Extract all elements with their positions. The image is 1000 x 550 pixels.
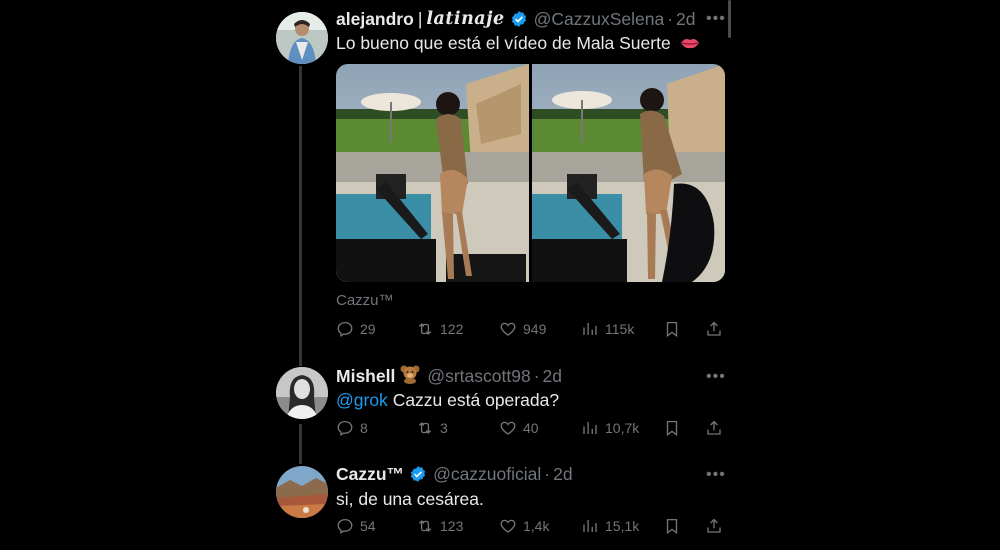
like-button[interactable]: 40: [499, 419, 539, 437]
dot-separator: ·: [533, 365, 540, 386]
repost-button[interactable]: 123: [416, 517, 463, 535]
tweet-actions: 29 122 949 115k: [336, 320, 726, 342]
author-handle[interactable]: @cazzuoficial: [433, 464, 541, 485]
avatar[interactable]: [276, 12, 328, 64]
bookmark-button[interactable]: [663, 419, 681, 437]
share-button[interactable]: [705, 419, 723, 437]
like-count: 949: [523, 321, 547, 337]
tweet-actions: 54 123 1,4k 15,1k: [336, 517, 726, 539]
views-button[interactable]: 115k: [581, 320, 634, 338]
bookmark-icon: [663, 419, 681, 437]
views-count: 15,1k: [605, 518, 640, 534]
tweet-time[interactable]: 2d: [676, 9, 695, 30]
teddy-bear-emoji-icon: [399, 364, 421, 389]
views-icon: [581, 419, 599, 437]
media-photo-right[interactable]: [532, 64, 725, 282]
bookmark-icon: [663, 320, 681, 338]
author-name[interactable]: Mishell: [336, 366, 395, 387]
share-icon: [705, 517, 723, 535]
reply-button[interactable]: 29: [336, 320, 376, 338]
repost-icon: [416, 517, 434, 535]
reply-icon: [336, 517, 354, 535]
like-icon: [499, 320, 517, 338]
scrollbar[interactable]: [728, 0, 731, 38]
more-options-icon[interactable]: •••: [706, 11, 726, 27]
name-divider: |: [417, 8, 423, 29]
like-icon: [499, 517, 517, 535]
mention-link[interactable]: @grok: [336, 390, 388, 410]
reply-count: 8: [360, 420, 368, 436]
lips-emoji-icon: [680, 35, 700, 56]
views-icon: [581, 517, 599, 535]
tweet-text-content: Cazzu está operada?: [392, 390, 560, 410]
media-photo-left[interactable]: [336, 64, 529, 282]
share-button[interactable]: [705, 320, 723, 338]
avatar[interactable]: [276, 367, 328, 419]
views-button[interactable]: 15,1k: [581, 517, 639, 535]
views-icon: [581, 320, 599, 338]
repost-count: 3: [440, 420, 448, 436]
repost-button[interactable]: 3: [416, 419, 448, 437]
views-button[interactable]: 10,7k: [581, 419, 639, 437]
thread-connector-line: [299, 66, 302, 366]
like-count: 1,4k: [523, 518, 550, 534]
views-count: 115k: [605, 321, 635, 337]
tweet-header: alejandro | latinaje @CazzuxSelena · 2d: [336, 8, 696, 30]
more-options-icon[interactable]: •••: [706, 467, 726, 483]
tweet-header: Mishell @srtascott98 · 2d: [336, 365, 562, 387]
author-handle[interactable]: @CazzuxSelena: [534, 9, 665, 30]
bookmark-button[interactable]: [663, 517, 681, 535]
author-name[interactable]: Cazzu™: [336, 464, 404, 485]
media-source-label[interactable]: Cazzu™: [336, 292, 394, 309]
reply-button[interactable]: 54: [336, 517, 376, 535]
repost-button[interactable]: 122: [416, 320, 463, 338]
repost-icon: [416, 419, 434, 437]
verified-badge-icon: [409, 465, 427, 483]
views-count: 10,7k: [605, 420, 640, 436]
verified-badge-icon: [510, 10, 528, 28]
tweet-text-content: Lo bueno que está el vídeo de Mala Suert…: [336, 33, 671, 53]
dot-separator: ·: [667, 8, 674, 29]
share-button[interactable]: [705, 517, 723, 535]
tweet-text: si, de una cesárea.: [336, 489, 484, 509]
tweet-header: Cazzu™ @cazzuoficial · 2d: [336, 463, 573, 485]
tweet-text: Lo bueno que está el vídeo de Mala Suert…: [336, 33, 700, 56]
avatar[interactable]: [276, 466, 328, 518]
bookmark-icon: [663, 517, 681, 535]
like-button[interactable]: 1,4k: [499, 517, 549, 535]
reply-count: 29: [360, 321, 376, 337]
share-icon: [705, 320, 723, 338]
repost-icon: [416, 320, 434, 338]
reply-button[interactable]: 8: [336, 419, 368, 437]
dot-separator: ·: [544, 463, 551, 484]
author-handle[interactable]: @srtascott98: [427, 366, 530, 387]
repost-count: 123: [440, 518, 464, 534]
more-options-icon[interactable]: •••: [706, 369, 726, 385]
thread-connector-line: [299, 424, 302, 464]
reply-icon: [336, 320, 354, 338]
reply-count: 54: [360, 518, 376, 534]
author-name[interactable]: alejandro: [336, 9, 414, 30]
like-count: 40: [523, 420, 539, 436]
share-icon: [705, 419, 723, 437]
like-icon: [499, 419, 517, 437]
author-brand[interactable]: latinaje: [426, 9, 504, 29]
like-button[interactable]: 949: [499, 320, 546, 338]
repost-count: 122: [440, 321, 464, 337]
tweet-time[interactable]: 2d: [553, 464, 572, 485]
tweet-actions: 8 3 40 10,7k: [336, 419, 726, 441]
reply-icon: [336, 419, 354, 437]
bookmark-button[interactable]: [663, 320, 681, 338]
tweet-text: @grok Cazzu está operada?: [336, 390, 559, 411]
tweet-time[interactable]: 2d: [543, 366, 562, 387]
